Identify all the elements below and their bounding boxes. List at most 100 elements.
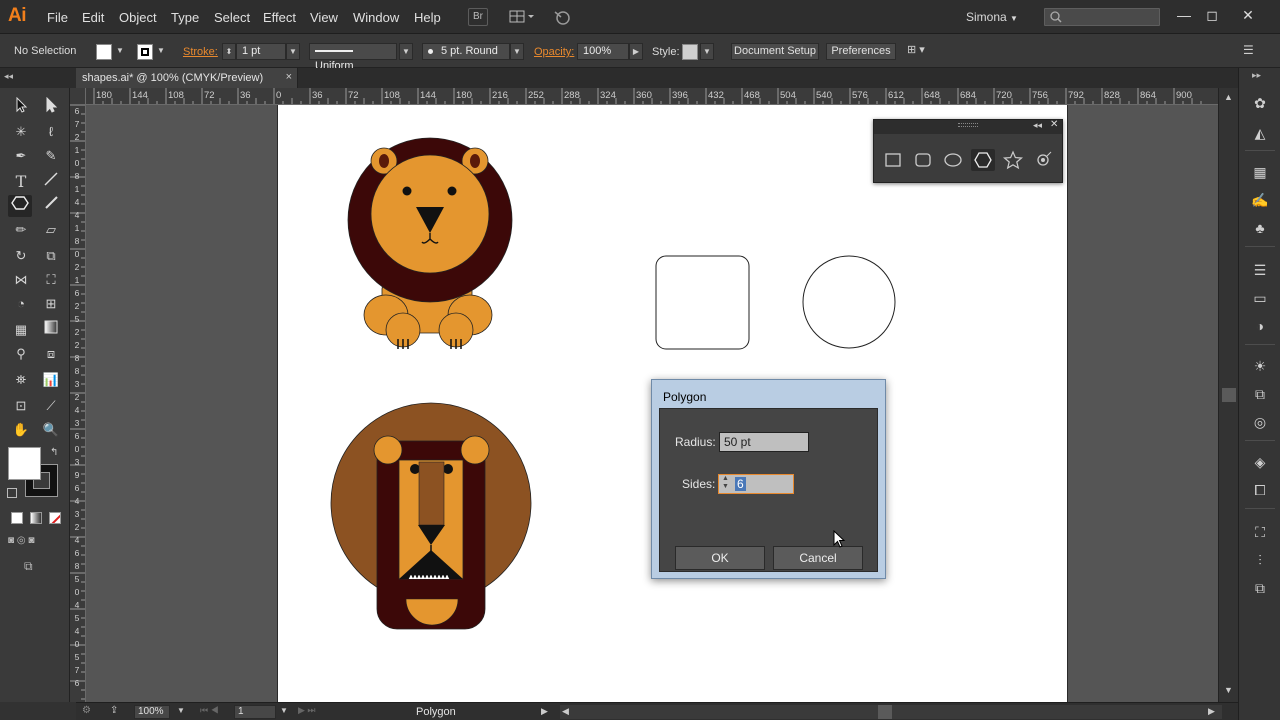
- arrange-icon[interactable]: ⊞ ▾: [907, 43, 937, 60]
- opacity-field[interactable]: 100%: [577, 43, 629, 60]
- horizontal-scrollbar[interactable]: ◀ ▶: [560, 705, 1222, 719]
- cancel-button[interactable]: Cancel: [773, 546, 863, 570]
- fill-swatch[interactable]: [96, 44, 112, 60]
- transform-panel-icon[interactable]: ⛶: [1250, 522, 1270, 542]
- arrange-documents-icon[interactable]: [508, 8, 536, 26]
- scroll-up-icon[interactable]: ▲: [1224, 92, 1233, 102]
- ellipse-tool-icon[interactable]: [941, 149, 965, 171]
- curvature-tool-icon[interactable]: ✎: [39, 145, 63, 167]
- default-colors-icon[interactable]: [7, 488, 17, 498]
- slice-tool-icon[interactable]: ⟋: [39, 395, 63, 417]
- menu-window[interactable]: Window: [353, 10, 399, 25]
- radius-field[interactable]: 50 pt: [719, 432, 809, 452]
- stroke-label[interactable]: Stroke:: [183, 46, 218, 58]
- stroke-profile-field[interactable]: Uniform: [309, 43, 397, 72]
- direct-selection-tool-icon[interactable]: [39, 96, 63, 119]
- circle-shape[interactable]: [802, 255, 896, 349]
- sides-stepper-icon[interactable]: ▲ ▼: [722, 475, 729, 491]
- menu-object[interactable]: Object: [119, 10, 157, 25]
- blend-tool-icon[interactable]: ⧈: [39, 343, 63, 365]
- pathfinder-panel-icon[interactable]: ⧉: [1250, 578, 1270, 598]
- screen-mode-icon[interactable]: ⧉: [24, 559, 44, 575]
- style-dropdown[interactable]: ▼: [700, 43, 714, 60]
- brush-field[interactable]: 5 pt. Round: [422, 43, 510, 60]
- rotate-tool-icon[interactable]: ↻: [9, 245, 33, 267]
- vertical-scrollbar[interactable]: ▲ ▼: [1218, 88, 1238, 702]
- line-segment-tool-icon[interactable]: [39, 171, 63, 193]
- vertical-ruler[interactable]: 6 7 2 1 0 8 1 4 4 1 8 0 2 1 6 2 5 2 2 8 8 3 2 4 3 6 0 3 9 6 4 3 2 4 6 8 5 0 4 5…: [70, 105, 86, 702]
- ruler-origin[interactable]: [70, 88, 86, 105]
- appearance-panel-icon[interactable]: ☀: [1250, 356, 1270, 376]
- brushes-icon[interactable]: ✍: [1250, 190, 1270, 210]
- shape-builder-tool-icon[interactable]: ◔: [9, 293, 33, 315]
- graphic-styles-icon[interactable]: ⧉: [1250, 384, 1270, 404]
- opacity-slider-button[interactable]: ▶: [629, 43, 643, 60]
- scroll-right-icon[interactable]: ▶: [1208, 706, 1215, 717]
- layers-panel-icon[interactable]: ◈: [1250, 452, 1270, 472]
- expand-panels-icon[interactable]: ▸▸: [1252, 70, 1261, 81]
- document-setup-button[interactable]: Document Setup: [731, 43, 819, 60]
- panel-header[interactable]: ◂◂ ✕: [874, 119, 1062, 134]
- pencil-tool-icon[interactable]: ✏: [9, 219, 33, 241]
- artboard-tool-icon[interactable]: ⊡: [9, 395, 33, 417]
- fill-dropdown[interactable]: ▼: [113, 43, 127, 60]
- creative-cloud-libraries-icon[interactable]: ◎: [1250, 412, 1270, 432]
- polygon-tool-icon[interactable]: [8, 195, 32, 217]
- last-artboard-icon[interactable]: ▶ ⏭: [298, 705, 316, 716]
- artboards-panel-icon[interactable]: ⧠: [1250, 480, 1270, 500]
- magic-wand-tool-icon[interactable]: ✳: [9, 121, 33, 143]
- zoom-dropdown[interactable]: ▼: [177, 706, 185, 715]
- stroke-weight-dropdown[interactable]: ▼: [286, 43, 300, 60]
- color-mode-icon[interactable]: [11, 512, 23, 524]
- stroke-panel-icon[interactable]: ☰: [1250, 260, 1270, 280]
- close-window-button[interactable]: ✕: [1238, 5, 1258, 25]
- gradient-mode-icon[interactable]: [30, 512, 42, 524]
- opacity-label[interactable]: Opacity:: [534, 46, 574, 58]
- first-artboard-icon[interactable]: ⏮ ◀: [200, 705, 219, 716]
- polygon-tool-icon[interactable]: [971, 149, 995, 171]
- zoom-tool-icon[interactable]: 🔍: [39, 419, 63, 441]
- vertical-scroll-thumb[interactable]: [1222, 388, 1236, 402]
- lion-face-illustration[interactable]: [330, 402, 532, 630]
- close-tab-icon[interactable]: ×: [286, 71, 292, 83]
- hand-tool-icon[interactable]: ✋: [9, 419, 33, 441]
- perspective-grid-tool-icon[interactable]: ⊞: [39, 293, 63, 315]
- artboard-number-field[interactable]: 1: [234, 705, 276, 719]
- maximize-button[interactable]: ◻: [1202, 5, 1222, 25]
- gpu-performance-icon[interactable]: [552, 8, 572, 26]
- document-tab[interactable]: shapes.ai* @ 100% (CMYK/Preview) ×: [76, 68, 298, 88]
- swatches-icon[interactable]: ▦: [1250, 162, 1270, 182]
- zoom-field[interactable]: 100%: [134, 705, 170, 719]
- artboard-nav-icon[interactable]: ⚙: [82, 705, 91, 716]
- horizontal-ruler[interactable]: 180 144 108 72 36 0 36 72 108 144 180 216 252 288 324 3…: [86, 88, 1238, 105]
- scroll-down-icon[interactable]: ▼: [1224, 685, 1233, 695]
- fill-color-box[interactable]: [8, 447, 41, 480]
- drawing-modes-icon[interactable]: ◙ ◎ ◙: [8, 535, 64, 549]
- rounded-rectangle-tool-icon[interactable]: [911, 149, 935, 171]
- menu-edit[interactable]: Edit: [82, 10, 104, 25]
- stroke-weight-field[interactable]: 1 pt: [236, 43, 286, 60]
- rectangle-tool-icon[interactable]: [881, 149, 905, 171]
- symbol-sprayer-tool-icon[interactable]: ⛯: [9, 369, 33, 391]
- none-mode-icon[interactable]: [49, 512, 61, 524]
- sides-field[interactable]: ▲ ▼ 6: [718, 474, 794, 494]
- mesh-tool-icon[interactable]: ▦: [9, 319, 33, 341]
- color-guide-icon[interactable]: ✿: [1250, 93, 1270, 113]
- stroke-swatch[interactable]: [137, 44, 153, 60]
- panel-menu-icon[interactable]: ☰: [1243, 43, 1254, 57]
- type-tool-icon[interactable]: T: [9, 171, 33, 193]
- swap-colors-icon[interactable]: ↰: [50, 447, 58, 458]
- ok-button[interactable]: OK: [675, 546, 765, 570]
- eyedropper-tool-icon[interactable]: ⚲: [9, 343, 33, 365]
- align-panel-icon[interactable]: ⫶: [1250, 550, 1270, 570]
- close-panel-icon[interactable]: ✕: [1050, 119, 1058, 130]
- symbols-icon[interactable]: ♣: [1250, 218, 1270, 238]
- eraser-tool-icon[interactable]: ▱: [39, 219, 63, 241]
- rounded-rectangle-shape[interactable]: [655, 255, 750, 350]
- collapse-panel-icon[interactable]: ◂◂: [1033, 120, 1042, 131]
- user-account[interactable]: Simona ▼: [966, 10, 1018, 24]
- menu-view[interactable]: View: [310, 10, 338, 25]
- minimize-button[interactable]: —: [1174, 5, 1194, 25]
- scale-tool-icon[interactable]: ⧉: [39, 245, 63, 267]
- width-tool-icon[interactable]: ⋈: [9, 269, 33, 291]
